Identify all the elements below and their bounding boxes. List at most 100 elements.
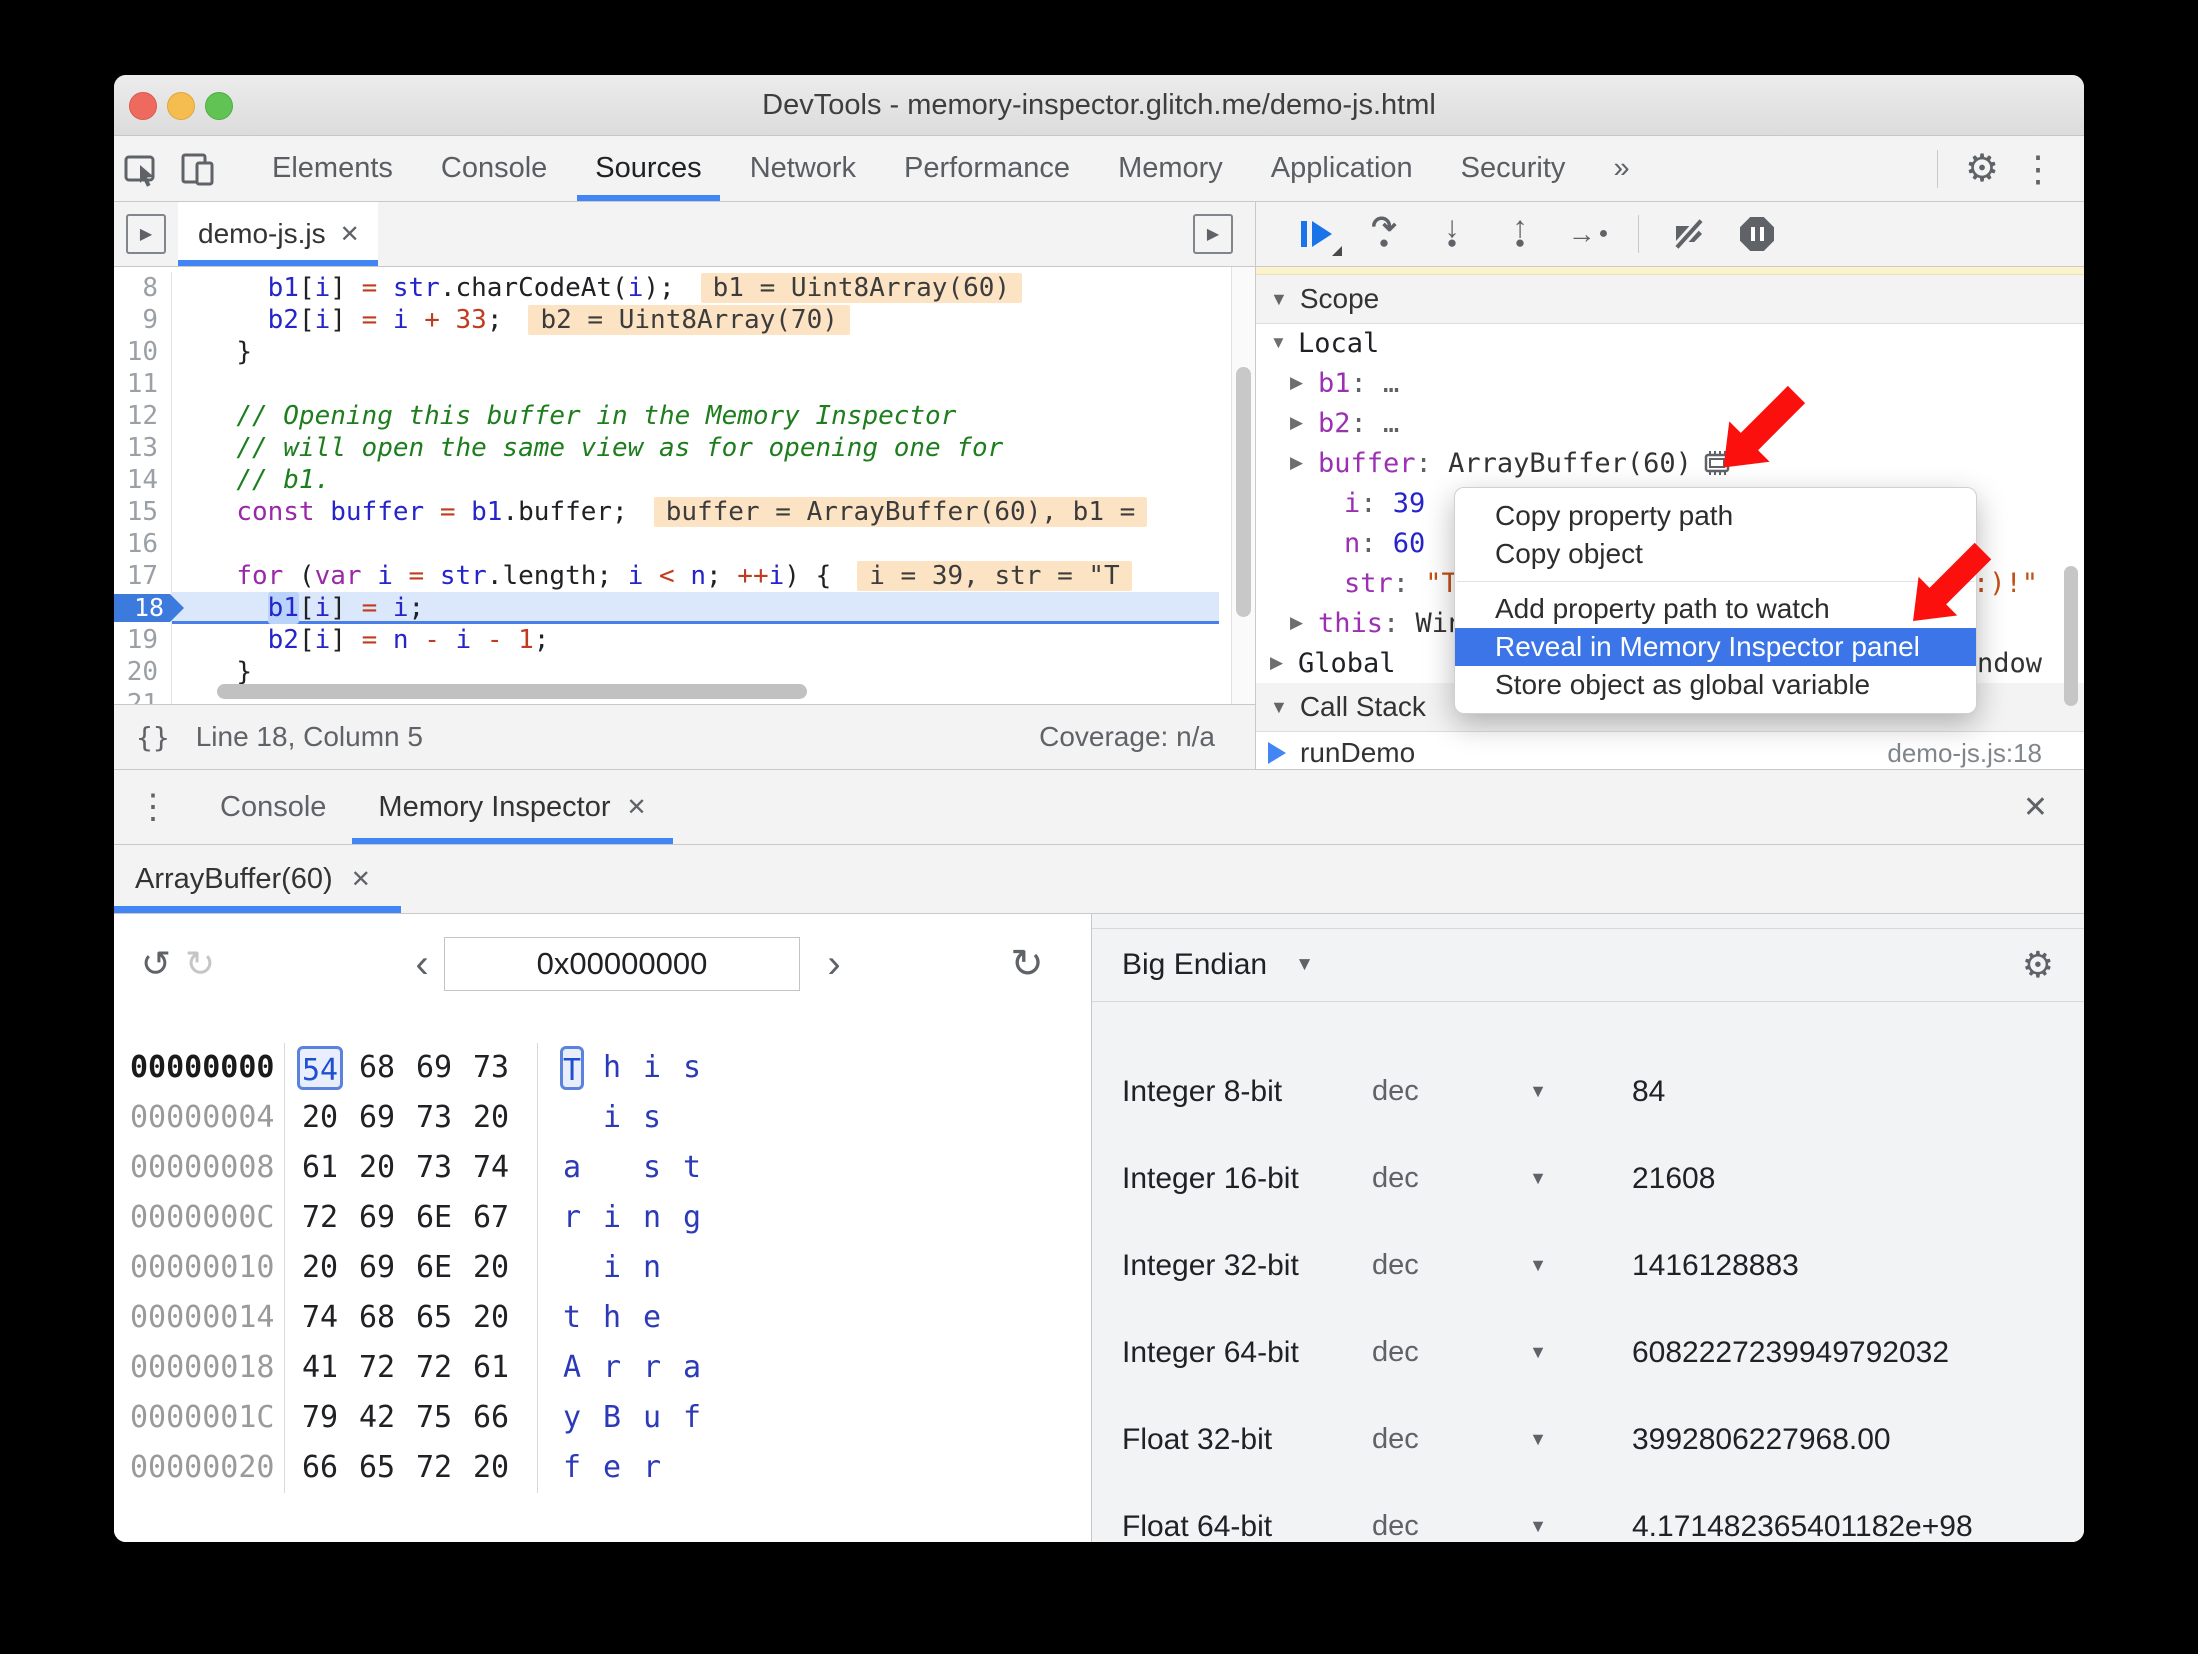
hex-byte[interactable]: 20 <box>468 1446 514 1490</box>
inspect-element-button[interactable] <box>114 143 170 195</box>
ascii-char[interactable]: s <box>680 1046 704 1090</box>
hex-byte[interactable]: 73 <box>468 1046 514 1090</box>
ascii-char[interactable]: A <box>560 1346 584 1390</box>
hex-byte[interactable]: 67 <box>468 1196 514 1240</box>
scope-row-Local[interactable]: ▼ Local <box>1256 323 2084 363</box>
ascii-char[interactable]: B <box>600 1396 624 1440</box>
line-number[interactable]: 9 <box>114 304 172 336</box>
context-menu-item-add-property-path-to-watch[interactable]: Add property path to watch <box>1455 590 1976 628</box>
hex-byte[interactable]: 41 <box>297 1346 343 1390</box>
previous-page-button[interactable]: ‹ <box>402 934 442 994</box>
more-tabs-button[interactable]: » <box>1589 152 1653 185</box>
ascii-char[interactable]: y <box>560 1396 584 1440</box>
ascii-char[interactable]: n <box>640 1246 664 1290</box>
ascii-char[interactable]: t <box>560 1296 584 1340</box>
sidebar-scrollbar-thumb[interactable] <box>2064 566 2078 706</box>
ascii-char[interactable]: f <box>560 1446 584 1490</box>
tab-application[interactable]: Application <box>1247 136 1437 201</box>
hex-byte[interactable]: 6E <box>411 1196 457 1240</box>
code-editor[interactable]: 8 b1[i] = str .charCodeAt(i); b1 = Uint8Ar… <box>114 267 1255 705</box>
line-number[interactable]: 21 <box>114 688 172 705</box>
context-menu-item-copy-property-path[interactable]: Copy property path <box>1455 497 1976 535</box>
close-drawer-button[interactable]: ✕ <box>2023 790 2084 825</box>
hex-byte[interactable]: 72 <box>354 1346 400 1390</box>
ascii-char[interactable] <box>560 1096 584 1140</box>
tab-network[interactable]: Network <box>726 136 880 201</box>
hex-byte[interactable]: 69 <box>411 1046 457 1090</box>
editor-horizontal-scrollbar[interactable] <box>217 684 807 699</box>
collapsed-twisty-icon[interactable]: ▶ <box>1270 653 1298 673</box>
ascii-char[interactable]: r <box>560 1196 584 1240</box>
scope-row-b1[interactable]: ▶ b1: … <box>1256 363 2084 403</box>
history-forward-button[interactable]: ↻ <box>178 934 222 994</box>
ascii-char[interactable] <box>560 1246 584 1290</box>
ascii-char[interactable] <box>680 1246 704 1290</box>
hex-byte[interactable]: 79 <box>297 1396 343 1440</box>
drawer-menu-icon[interactable]: ⋮ <box>136 787 170 827</box>
ascii-char[interactable]: g <box>680 1196 704 1240</box>
history-back-button[interactable]: ↺ <box>134 934 178 994</box>
pause-on-exceptions-button[interactable] <box>1723 208 1791 260</box>
hex-byte[interactable]: 69 <box>354 1096 400 1140</box>
line-number[interactable]: 14 <box>114 464 172 496</box>
hex-byte[interactable]: 73 <box>411 1096 457 1140</box>
resume-button[interactable] <box>1282 208 1350 260</box>
tab-memory[interactable]: Memory <box>1094 136 1247 201</box>
ascii-char[interactable]: f <box>680 1396 704 1440</box>
section-expand-icon[interactable]: ▼ <box>1270 289 1288 310</box>
ascii-char[interactable]: i <box>600 1096 624 1140</box>
device-toolbar-button[interactable] <box>170 143 226 195</box>
line-number[interactable]: 16 <box>114 528 172 560</box>
format-select[interactable]: dec ▼ <box>1372 1336 1547 1369</box>
hex-byte[interactable]: 6E <box>411 1246 457 1290</box>
hex-byte[interactable]: 75 <box>411 1396 457 1440</box>
ascii-char[interactable]: e <box>640 1296 664 1340</box>
ascii-char[interactable]: r <box>640 1446 664 1490</box>
format-select[interactable]: dec ▼ <box>1372 1423 1547 1456</box>
ascii-char[interactable]: s <box>640 1096 664 1140</box>
hex-byte[interactable]: 74 <box>468 1146 514 1190</box>
line-number[interactable]: 15 <box>114 496 172 528</box>
step-into-button[interactable]: ↓ ● <box>1418 208 1486 260</box>
hex-byte[interactable]: 72 <box>297 1196 343 1240</box>
hex-byte[interactable]: 72 <box>411 1446 457 1490</box>
format-select[interactable]: dec ▼ <box>1372 1162 1547 1195</box>
value-settings-gear-icon[interactable]: ⚙ <box>2022 944 2054 986</box>
ascii-char[interactable]: T <box>560 1046 584 1090</box>
line-number[interactable]: 8 <box>114 272 172 304</box>
ascii-char[interactable]: h <box>600 1296 624 1340</box>
expanded-twisty-icon[interactable]: ▼ <box>1270 333 1298 353</box>
ascii-char[interactable] <box>680 1446 704 1490</box>
format-select[interactable]: dec ▼ <box>1372 1249 1547 1282</box>
context-menu-item-store-object-as-global-variable[interactable]: Store object as global variable <box>1455 666 1976 704</box>
close-file-tab-icon[interactable]: ✕ <box>340 220 360 249</box>
scope-row-b2[interactable]: ▶ b2: … <box>1256 403 2084 443</box>
hex-byte[interactable]: 20 <box>354 1146 400 1190</box>
next-page-button[interactable]: › <box>814 934 854 994</box>
quick-source-toggle-button[interactable]: ▶ <box>1193 214 1233 254</box>
step-button[interactable]: → ● <box>1554 208 1622 260</box>
tab-performance[interactable]: Performance <box>880 136 1094 201</box>
file-tab-demo-js[interactable]: demo-js.js ✕ <box>178 202 378 266</box>
hex-byte[interactable]: 61 <box>297 1146 343 1190</box>
main-menu-button[interactable]: ⋮ <box>2010 143 2066 195</box>
context-menu-item-copy-object[interactable]: Copy object <box>1455 535 1976 573</box>
hex-byte[interactable]: 68 <box>354 1296 400 1340</box>
ascii-char[interactable]: a <box>560 1146 584 1190</box>
hex-byte[interactable]: 65 <box>354 1446 400 1490</box>
close-tab-icon[interactable]: ✕ <box>626 793 646 822</box>
settings-button[interactable]: ⚙ <box>1954 143 2010 195</box>
address-input[interactable] <box>444 937 800 991</box>
hex-byte[interactable]: 65 <box>411 1296 457 1340</box>
ascii-char[interactable]: i <box>600 1246 624 1290</box>
ascii-char[interactable]: e <box>600 1446 624 1490</box>
scope-section-header[interactable]: ▼ Scope <box>1256 275 2084 324</box>
hex-byte[interactable]: 66 <box>297 1446 343 1490</box>
hex-byte[interactable]: 73 <box>411 1146 457 1190</box>
line-number[interactable]: 17 <box>114 560 172 592</box>
ascii-char[interactable]: i <box>600 1196 624 1240</box>
step-out-button[interactable]: ↑ ● <box>1486 208 1554 260</box>
ascii-char[interactable]: a <box>680 1346 704 1390</box>
hex-byte[interactable]: 54 <box>297 1046 343 1090</box>
hex-byte[interactable]: 61 <box>468 1346 514 1390</box>
